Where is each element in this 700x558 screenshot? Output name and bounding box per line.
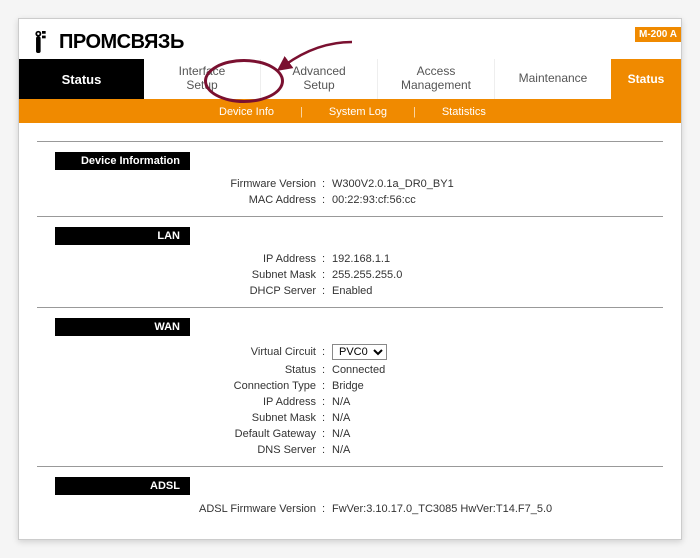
tab-interface-setup[interactable]: Interface Setup — [144, 59, 261, 99]
subnav-separator: | — [413, 106, 416, 118]
row-connection-type: Connection Type: Bridge — [192, 380, 663, 392]
primary-nav: Status Interface Setup Advanced Setup Ac… — [19, 59, 681, 101]
logo-glyph-icon — [31, 28, 53, 56]
divider — [37, 307, 663, 308]
tab-access-management[interactable]: Access Management — [378, 59, 495, 99]
row-firmware-version: Firmware Version: W300V2.0.1a_DR0_BY1 — [192, 178, 663, 190]
row-mac-address: MAC Address: 00:22:93:cf:56:cc — [192, 194, 663, 206]
tab-advanced-setup[interactable]: Advanced Setup — [261, 59, 378, 99]
tab-label-line1: Access — [417, 65, 456, 79]
value: N/A — [330, 396, 350, 408]
label: DHCP Server — [192, 285, 322, 297]
label: Connection Type — [192, 380, 322, 392]
label: Firmware Version — [192, 178, 322, 190]
subnav-statistics[interactable]: Statistics — [442, 106, 486, 118]
label: Status — [192, 364, 322, 376]
brand-name: ПРОМСВЯЗЬ — [59, 31, 184, 54]
nav-title-left: Status — [19, 59, 144, 99]
divider — [37, 216, 663, 217]
tab-label-line1: Advanced — [292, 65, 345, 79]
label: Default Gateway — [192, 428, 322, 440]
tab-label-line2: Setup — [186, 79, 217, 93]
subnav-separator: | — [300, 106, 303, 118]
divider — [37, 466, 663, 467]
row-dns-server: DNS Server: N/A — [192, 444, 663, 456]
label: MAC Address — [192, 194, 322, 206]
tab-label-line2: Setup — [303, 79, 334, 93]
row-default-gateway: Default Gateway: N/A — [192, 428, 663, 440]
tab-label-line1: Interface — [179, 65, 226, 79]
content-area: Device Information Firmware Version: W30… — [19, 123, 681, 539]
label: Subnet Mask — [192, 269, 322, 281]
sub-nav: Device Info | System Log | Statistics — [19, 101, 681, 123]
wan-block: Virtual Circuit: PVC0 Status: Connected … — [192, 344, 663, 456]
section-header-adsl: ADSL — [55, 477, 190, 495]
brand-logo: ПРОМСВЯЗЬ — [31, 28, 184, 56]
subnav-device-info[interactable]: Device Info — [219, 106, 274, 118]
label: IP Address — [192, 253, 322, 265]
section-header-device-info: Device Information — [55, 152, 190, 170]
model-badge: M-200 A — [635, 27, 681, 42]
section-header-wan: WAN — [55, 318, 190, 336]
value: 255.255.255.0 — [330, 269, 402, 281]
virtual-circuit-select[interactable]: PVC0 — [332, 344, 387, 360]
value: N/A — [330, 412, 350, 424]
tab-label-line2: Management — [401, 79, 471, 93]
row-wan-ip: IP Address: N/A — [192, 396, 663, 408]
device-info-block: Firmware Version: W300V2.0.1a_DR0_BY1 MA… — [192, 178, 663, 206]
value: 00:22:93:cf:56:cc — [330, 194, 416, 206]
value: Connected — [330, 364, 385, 376]
value: N/A — [330, 444, 350, 456]
label: Virtual Circuit — [192, 346, 322, 358]
section-header-lan: LAN — [55, 227, 190, 245]
tab-label-line1: Maintenance — [519, 72, 588, 86]
nav-title-right[interactable]: Status — [611, 59, 681, 99]
value: Enabled — [330, 285, 372, 297]
router-admin-frame: ПРОМСВЯЗЬ M-200 A Status Interface Setup… — [18, 18, 682, 540]
label: IP Address — [192, 396, 322, 408]
value: PVC0 — [330, 344, 387, 360]
row-lan-ip: IP Address: 192.168.1.1 — [192, 253, 663, 265]
lan-block: IP Address: 192.168.1.1 Subnet Mask: 255… — [192, 253, 663, 297]
subnav-system-log[interactable]: System Log — [329, 106, 387, 118]
divider — [37, 141, 663, 142]
nav-tabs: Interface Setup Advanced Setup Access Ma… — [144, 59, 611, 99]
label: Subnet Mask — [192, 412, 322, 424]
topbar: ПРОМСВЯЗЬ M-200 A — [19, 19, 681, 59]
value: W300V2.0.1a_DR0_BY1 — [330, 178, 454, 190]
row-wan-status: Status: Connected — [192, 364, 663, 376]
row-lan-dhcp: DHCP Server: Enabled — [192, 285, 663, 297]
row-lan-mask: Subnet Mask: 255.255.255.0 — [192, 269, 663, 281]
value: 192.168.1.1 — [330, 253, 390, 265]
value: Bridge — [330, 380, 364, 392]
row-virtual-circuit: Virtual Circuit: PVC0 — [192, 344, 663, 360]
label: DNS Server — [192, 444, 322, 456]
row-wan-mask: Subnet Mask: N/A — [192, 412, 663, 424]
value: N/A — [330, 428, 350, 440]
tab-maintenance[interactable]: Maintenance — [495, 59, 611, 99]
